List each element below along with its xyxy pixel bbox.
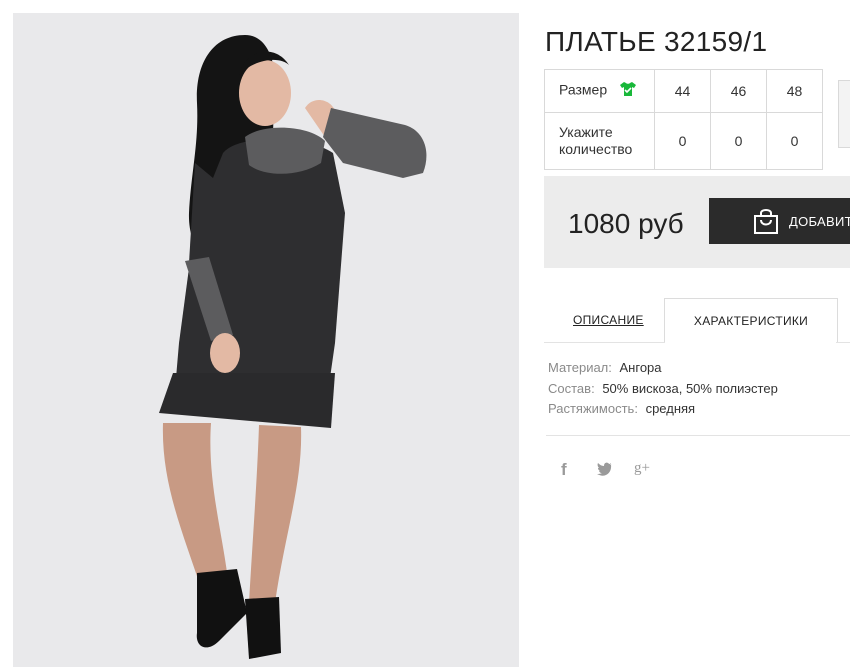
spec-key: Материал: [548,360,612,375]
product-title: ПЛАТЬЕ 32159/1 [545,25,768,57]
spec-row: Состав: 50% вискоза, 50% полиэстер [548,379,778,400]
tab-characteristics[interactable]: ХАРАКТЕРИСТИКИ [664,298,838,343]
size-label: Размер [559,81,608,98]
facebook-icon[interactable]: f [561,460,567,480]
active-tab-gap [665,341,836,343]
spec-key: Растяжимость: [548,401,638,416]
spec-row: Материал: Ангора [548,358,778,379]
spec-value: средняя [645,401,696,416]
add-to-cart-button[interactable]: ДОБАВИТ [709,198,850,244]
size-chart-icon[interactable] [619,81,637,101]
spec-row: Растяжимость: средняя [548,399,778,420]
twitter-icon[interactable] [597,462,613,481]
spec-key: Состав: [548,380,595,396]
next-size-button[interactable] [838,80,850,148]
price: 1080 руб [568,208,684,239]
spec-value: 50% вискоза, 50% полиэстер [602,380,778,396]
googleplus-icon[interactable]: g+ [634,460,650,477]
price-bar: 1080 руб ДОБАВИТ [544,176,850,268]
spec-value: Ангора [619,360,662,375]
quantity-label: Укажите количество [544,112,655,170]
size-table: Размер 44 46 48 Укажите количество 0 0 0 [544,69,823,170]
quantity-input[interactable]: 0 [654,112,711,170]
size-cell: 48 [766,69,823,113]
specs-divider [546,435,850,436]
size-cell: 44 [654,69,711,113]
size-cell: 46 [710,69,767,113]
size-label-cell: Размер [544,69,655,113]
product-image[interactable] [13,13,519,667]
tab-description[interactable]: ОПИСАНИЕ [573,298,644,342]
quantity-input[interactable]: 0 [766,112,823,170]
size-row: Размер 44 46 48 [544,69,823,113]
quantity-input[interactable]: 0 [710,112,767,170]
product-tabs: ОПИСАНИЕ ХАРАКТЕРИСТИКИ [544,298,850,343]
model-illustration [13,13,519,667]
add-to-cart-label: ДОБАВИТ [789,214,850,229]
quantity-row: Укажите количество 0 0 0 [544,112,823,170]
characteristics-list: Материал: Ангора Состав: 50% вискоза, 50… [548,358,778,420]
shopping-bag-icon [753,207,779,238]
